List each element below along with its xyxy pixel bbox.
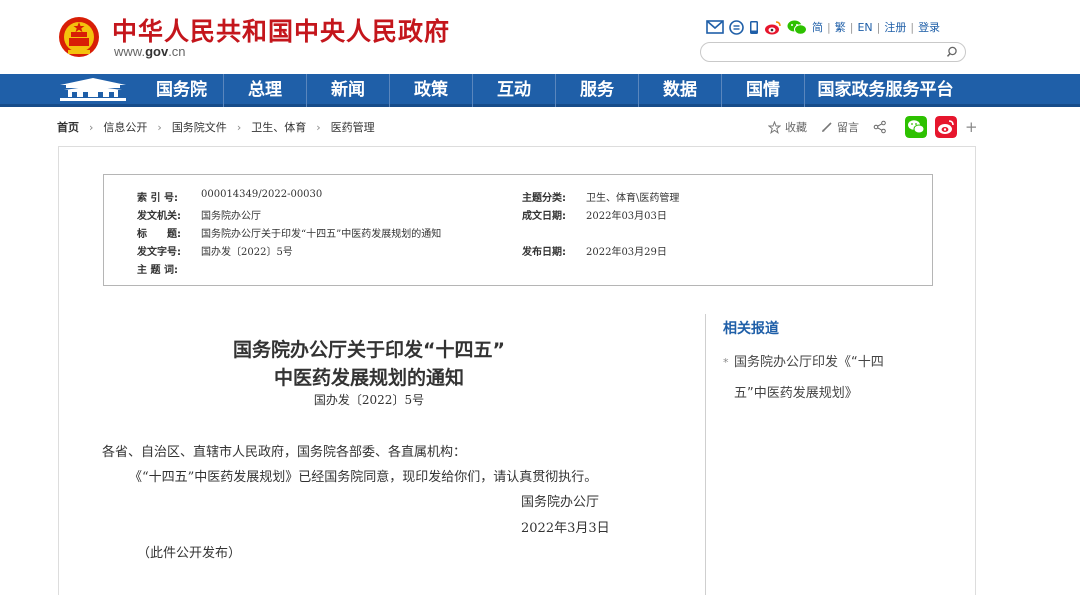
- related-report-link[interactable]: * 国务院办公厅印发《“十四 五”中医药发展规划》: [723, 347, 923, 409]
- meta-issuer: 发文机关: 国务院办公厅: [137, 207, 261, 222]
- site-header: 中华人民共和国中央人民政府 www.gov.cn 简 | 繁 | EN | 注册…: [0, 0, 1080, 74]
- meta-written-date-value: 2022年03月03日: [586, 211, 667, 222]
- article-title-line2: 中医药发展规划的通知: [273, 367, 464, 389]
- nav-item-data[interactable]: 数据: [638, 74, 721, 107]
- register-link[interactable]: 注册: [884, 19, 906, 35]
- search-icon[interactable]: [945, 45, 959, 59]
- breadcrumb-health-sports[interactable]: 卫生、体育: [251, 119, 306, 135]
- mail-icon[interactable]: [706, 20, 724, 34]
- wechat-share-icon[interactable]: [905, 116, 927, 138]
- breadcrumb: 首页 › 信息公开 › 国务院文件 › 卫生、体育 › 医药管理: [57, 118, 375, 136]
- related-report-line1: 国务院办公厅印发《“十四: [734, 355, 884, 370]
- nav-item-services[interactable]: 服务: [555, 74, 638, 107]
- related-reports-title: 相关报道: [723, 321, 779, 337]
- article-doc-number: 国办发〔2022〕5号: [313, 393, 425, 407]
- meta-index-no: 索 引 号: 000014349/2022-00030: [137, 189, 322, 204]
- site-title[interactable]: 中华人民共和国中央人民政府: [112, 12, 450, 48]
- meta-doc-no-label: 发文字号:: [137, 247, 181, 258]
- site-url-prefix: www.: [114, 44, 146, 59]
- site-url[interactable]: www.gov.cn: [114, 44, 186, 59]
- login-link[interactable]: 登录: [918, 19, 940, 35]
- sidebar-divider: [705, 314, 706, 595]
- meta-index-no-label: 索 引 号:: [137, 193, 178, 204]
- meta-doc-no: 发文字号: 国办发〔2022〕5号: [137, 243, 293, 258]
- separator: |: [849, 20, 854, 34]
- site-url-suffix: .cn: [168, 44, 186, 59]
- search-box: [700, 42, 966, 64]
- article-date: 2022年3月3日: [521, 521, 610, 536]
- nav-item-premier[interactable]: 总理: [223, 74, 306, 107]
- meta-publish-date: 发布日期: 2022年03月29日: [522, 243, 667, 258]
- separator: |: [827, 20, 831, 34]
- separator: |: [876, 20, 881, 34]
- nav-item-state-council[interactable]: 国务院: [140, 74, 223, 107]
- breadcrumb-state-council-docs[interactable]: 国务院文件: [172, 119, 227, 135]
- article-card: 索 引 号: 000014349/2022-00030 主题分类: 卫生、体育\…: [58, 146, 976, 595]
- nav-items: 国务院 总理 新闻 政策 互动 服务 数据 国情 国家政务服务平台: [140, 74, 966, 107]
- simplified-link[interactable]: 简: [812, 19, 823, 35]
- more-share-button[interactable]: +: [965, 118, 978, 136]
- traditional-link[interactable]: 繁: [835, 19, 846, 35]
- meta-keywords-label: 主 题 词:: [137, 265, 178, 276]
- main-nav: 国务院 总理 新闻 政策 互动 服务 数据 国情 国家政务服务平台: [0, 74, 1080, 107]
- document-meta-table: 索 引 号: 000014349/2022-00030 主题分类: 卫生、体育\…: [103, 174, 933, 286]
- favorite-button[interactable]: 收藏: [768, 119, 807, 135]
- weibo-icon[interactable]: [764, 20, 782, 35]
- nav-item-interaction[interactable]: 互动: [472, 74, 555, 107]
- meta-category-value: 卫生、体育\医药管理: [586, 193, 680, 204]
- favorite-label: 收藏: [785, 121, 807, 134]
- mobile-icon[interactable]: [749, 20, 759, 35]
- related-report-line2: 五”中医药发展规划》: [734, 386, 858, 401]
- english-link[interactable]: EN: [857, 21, 872, 34]
- nav-item-news[interactable]: 新闻: [306, 74, 389, 107]
- tiananmen-home-icon[interactable]: [56, 77, 130, 103]
- meta-title-label: 标 题:: [137, 229, 181, 240]
- comment-button[interactable]: 留言: [821, 119, 859, 135]
- meta-keywords: 主 题 词:: [137, 261, 201, 276]
- nav-item-policy[interactable]: 政策: [389, 74, 472, 107]
- article-body: 《“十四五”中医药发展规划》已经国务院同意，现印发给你们，请认真贯彻执行。: [129, 470, 598, 485]
- pen-icon: [822, 122, 832, 132]
- article-title-line1: 国务院办公厅关于印发“十四五”: [233, 339, 505, 361]
- share-icon: [873, 120, 886, 134]
- share-button[interactable]: [873, 120, 891, 134]
- meta-written-date: 成文日期: 2022年03月03日: [522, 207, 667, 222]
- meta-category: 主题分类: 卫生、体育\医药管理: [522, 189, 679, 204]
- national-emblem-icon[interactable]: [58, 14, 100, 60]
- meta-title: 标 题: 国务院办公厅关于印发“十四五”中医药发展规划的通知: [137, 225, 441, 240]
- nav-item-service-platform[interactable]: 国家政务服务平台: [804, 74, 966, 107]
- comment-label: 留言: [837, 121, 859, 134]
- wechat-icon[interactable]: [787, 20, 807, 35]
- meta-issuer-label: 发文机关:: [137, 211, 181, 222]
- meta-issuer-value: 国务院办公厅: [201, 211, 261, 222]
- chevron-right-icon: ›: [316, 120, 321, 134]
- separator: |: [910, 20, 915, 34]
- share-bar: 收藏 留言 +: [768, 116, 978, 138]
- top-links: 简 | 繁 | EN | 注册 | 登录: [706, 18, 940, 36]
- feedback-icon[interactable]: [729, 19, 744, 35]
- chevron-right-icon: ›: [89, 120, 94, 134]
- bullet: *: [723, 356, 729, 369]
- meta-publish-date-label: 发布日期:: [522, 247, 566, 258]
- article-salutation: 各省、自治区、直辖市人民政府，国务院各部委、各直属机构：: [102, 445, 467, 460]
- chevron-right-icon: ›: [236, 120, 242, 134]
- article-note: （此件公开发布）: [137, 546, 242, 561]
- weibo-share-icon[interactable]: [935, 116, 957, 138]
- site-url-domain: gov: [145, 44, 169, 59]
- search-input[interactable]: [711, 45, 947, 64]
- breadcrumb-info-public[interactable]: 信息公开: [103, 119, 147, 135]
- meta-doc-no-value: 国办发〔2022〕5号: [201, 247, 293, 258]
- meta-index-no-value: 000014349/2022-00030: [201, 189, 323, 200]
- meta-category-label: 主题分类:: [522, 193, 566, 204]
- article-signature: 国务院办公厅: [521, 495, 600, 510]
- meta-title-value: 国务院办公厅关于印发“十四五”中医药发展规划的通知: [201, 229, 442, 240]
- meta-written-date-label: 成文日期:: [522, 211, 566, 222]
- nav-item-national-info[interactable]: 国情: [721, 74, 804, 107]
- chevron-right-icon: ›: [157, 120, 162, 134]
- star-icon: [768, 120, 781, 134]
- breadcrumb-medicine[interactable]: 医药管理: [331, 119, 375, 135]
- meta-publish-date-value: 2022年03月29日: [586, 247, 667, 258]
- breadcrumb-home[interactable]: 首页: [57, 119, 79, 135]
